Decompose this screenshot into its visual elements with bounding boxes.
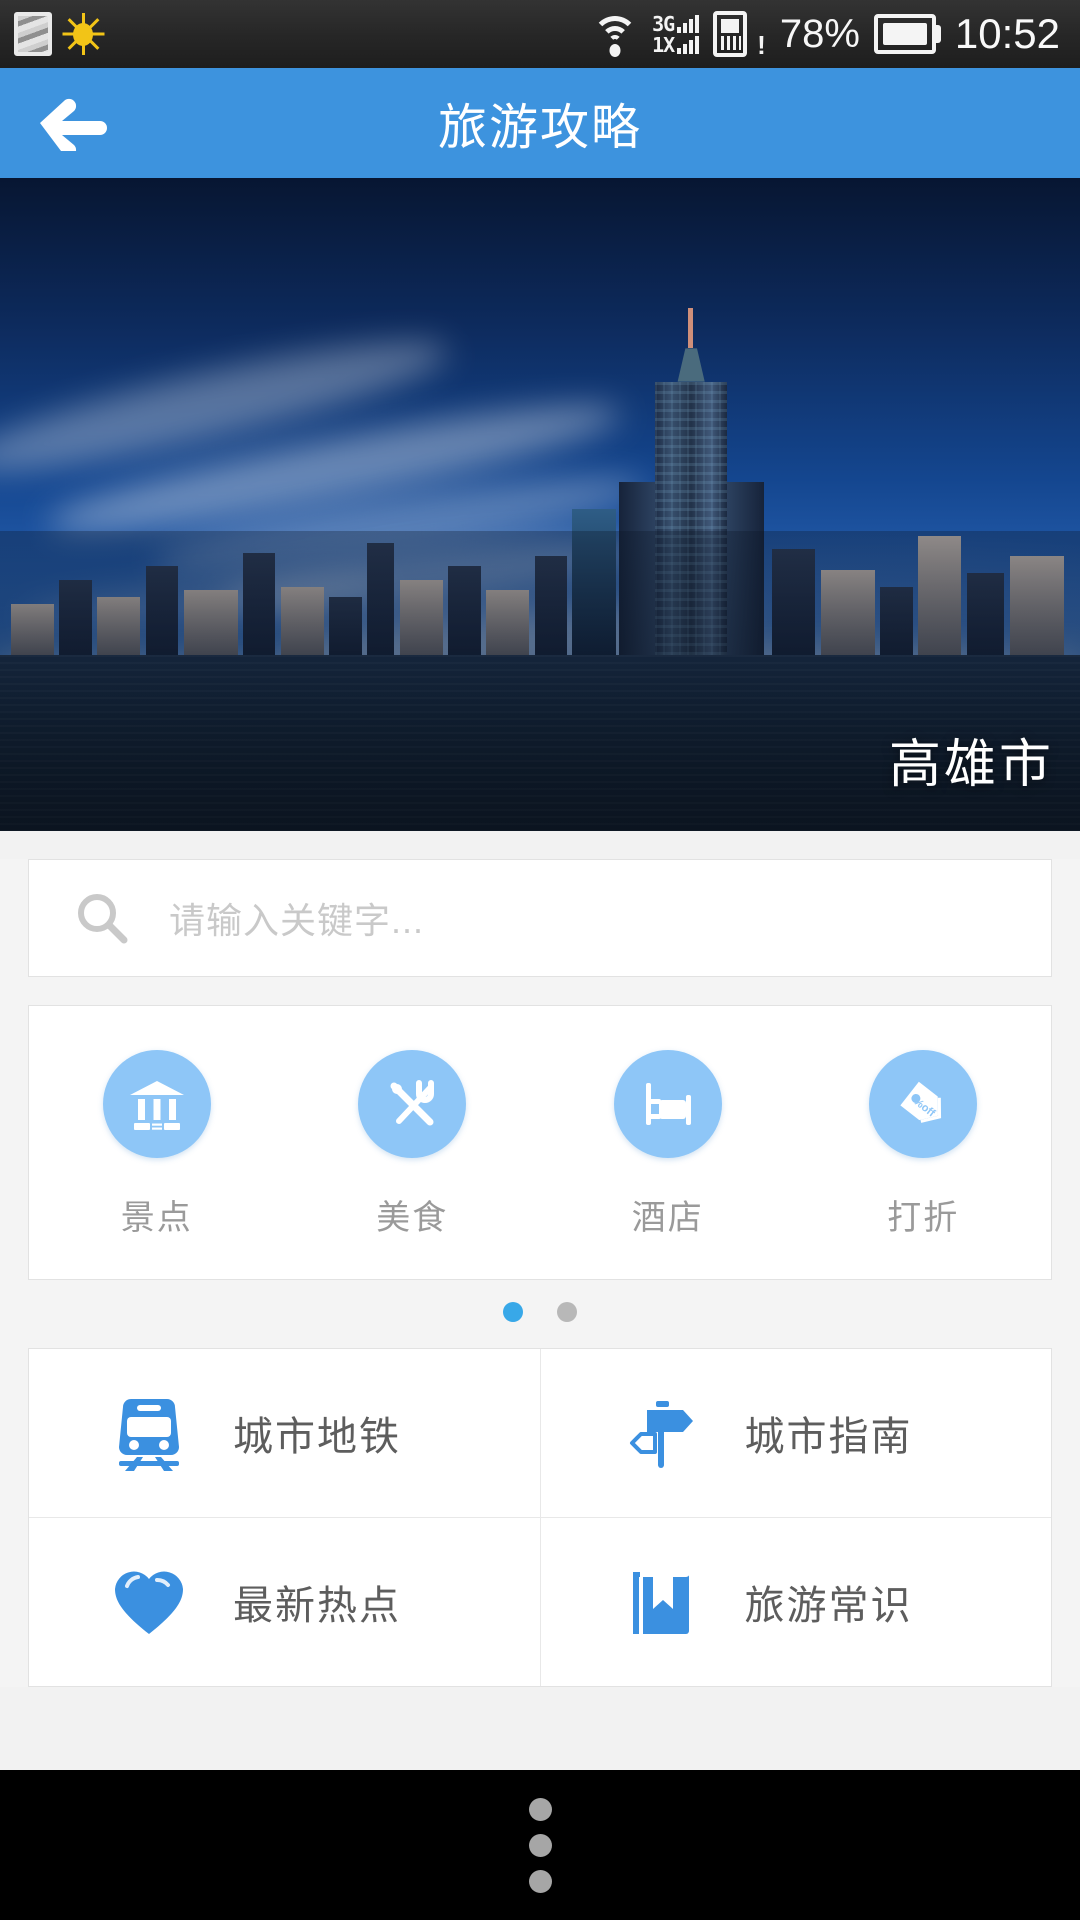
menu-item-city-guide[interactable]: 城市指南	[539, 1349, 1052, 1517]
bookmark-book-icon	[619, 1560, 703, 1644]
network-1x-label: 1X	[652, 32, 675, 57]
pagination-dot-1[interactable]	[503, 1302, 523, 1322]
quick-action-hotel[interactable]: 酒店	[540, 1050, 796, 1239]
hero-banner[interactable]: 高雄市	[0, 178, 1080, 831]
menu-item-label: 最新热点	[233, 1584, 401, 1628]
status-bar-right: 3G 1X ! 78% 10:52	[592, 10, 1066, 58]
search-icon	[73, 889, 131, 947]
quick-actions-card: 景点 美食 酒店 %off 打折	[28, 1005, 1052, 1280]
search-input[interactable]: 请输入关键字...	[169, 892, 424, 944]
quick-actions-row: 景点 美食 酒店 %off 打折	[29, 1050, 1051, 1239]
menu-item-travel-tips[interactable]: 旅游常识	[539, 1518, 1052, 1686]
signal-bars-3g	[677, 14, 700, 33]
battery-percent-label: 78%	[779, 11, 860, 56]
hero-city-name: 高雄市	[888, 736, 1054, 794]
quick-action-label: 景点	[120, 1199, 193, 1237]
status-bar: 3G 1X ! 78% 10:52	[0, 0, 1080, 68]
signpost-icon	[619, 1391, 703, 1475]
phone-screen: 3G 1X ! 78% 10:52 旅游攻略 高雄市 请输入关键字... 景点 …	[0, 0, 1080, 1920]
subway-train-icon	[107, 1391, 191, 1475]
gallery-icon	[14, 12, 52, 56]
menu-item-label: 旅游常识	[744, 1584, 913, 1628]
menu-item-city-metro[interactable]: 城市地铁	[29, 1349, 540, 1517]
system-navigation-bar	[0, 1770, 1080, 1920]
menu-item-latest-hotspots[interactable]: 最新热点	[29, 1518, 540, 1686]
sim-alert-exclamation: !	[757, 30, 766, 60]
quick-action-discount[interactable]: %off 打折	[796, 1050, 1052, 1239]
battery-icon	[873, 14, 941, 54]
bed-icon	[613, 1050, 722, 1158]
overflow-menu-icon[interactable]	[499, 1780, 582, 1911]
status-bar-left	[14, 12, 105, 56]
fork-knife-icon	[358, 1050, 467, 1158]
menu-item-label: 城市地铁	[233, 1415, 401, 1459]
wifi-icon	[592, 14, 639, 57]
quick-action-food[interactable]: 美食	[285, 1050, 541, 1239]
network-3g-label: 3G	[652, 11, 675, 36]
page-title: 旅游攻略	[437, 100, 642, 155]
quick-action-label: 打折	[887, 1199, 960, 1237]
search-bar[interactable]: 请输入关键字...	[28, 859, 1052, 977]
status-bar-clock: 10:52	[954, 10, 1060, 57]
page-content: 请输入关键字... 景点 美食 酒店 %off 打折 城市地铁 城市指南 最新热…	[0, 859, 1080, 1687]
sim-card-alert-icon	[713, 11, 748, 57]
back-arrow-icon[interactable]	[34, 95, 108, 151]
discount-tag-icon: %off	[869, 1050, 978, 1158]
heart-icon	[107, 1560, 191, 1644]
carousel-pagination	[0, 1280, 1080, 1340]
quick-action-label: 酒店	[631, 1199, 704, 1237]
menu-grid: 城市地铁 城市指南 最新热点 旅游常识	[28, 1348, 1052, 1687]
quick-action-label: 美食	[376, 1199, 449, 1237]
menu-grid-row: 城市地铁 城市指南	[29, 1349, 1051, 1517]
menu-item-label: 城市指南	[744, 1415, 913, 1459]
brightness-sun-icon	[62, 13, 105, 55]
app-header: 旅游攻略	[0, 68, 1080, 178]
signal-bars-1x	[677, 35, 700, 54]
pagination-dot-2[interactable]	[557, 1302, 577, 1322]
menu-grid-row: 最新热点 旅游常识	[29, 1517, 1051, 1686]
network-indicators: 3G 1X	[652, 11, 700, 57]
quick-action-attractions[interactable]: 景点	[29, 1050, 285, 1239]
museum-icon	[102, 1050, 211, 1158]
